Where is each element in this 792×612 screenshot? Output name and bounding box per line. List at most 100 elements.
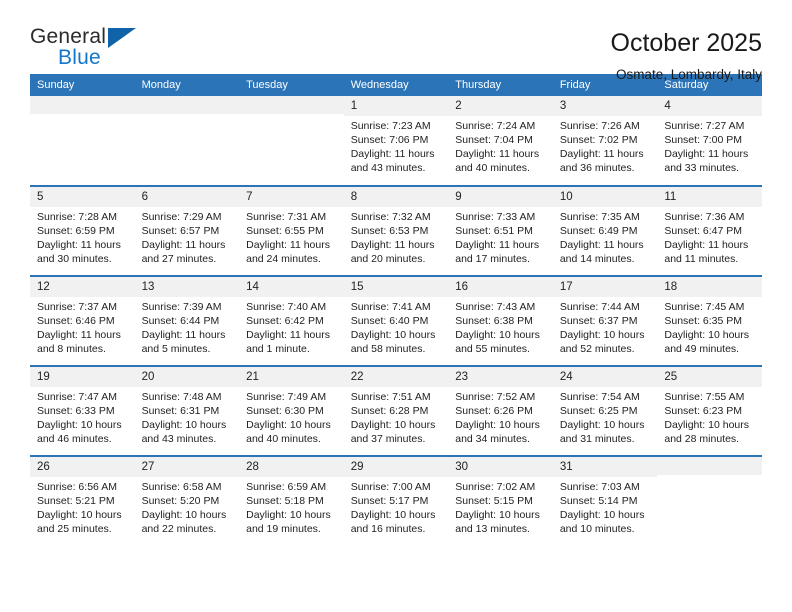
day-number: 4 <box>657 96 762 116</box>
daylight-duration-line1: Daylight: 10 hours <box>141 509 227 522</box>
calendar-body: 1 Sunrise: 7:23 AM Sunset: 7:06 PM Daylight… <box>30 96 762 546</box>
day-details: Sunrise: 7:41 AM Sunset: 6:40 PM Daylight:… <box>344 297 449 357</box>
day-number <box>134 96 240 114</box>
daylight-duration-line1: Daylight: 10 hours <box>559 329 645 342</box>
day-number: 16 <box>448 277 553 297</box>
sunset-time: Sunset: 6:42 PM <box>246 314 324 327</box>
sunset-time: Sunset: 6:25 PM <box>559 404 638 417</box>
day-number: 29 <box>343 457 449 477</box>
day-details: Sunrise: 7:40 AM Sunset: 6:42 PM Daylight:… <box>239 297 344 357</box>
day-number: 12 <box>30 277 135 297</box>
calendar-day-cell[interactable]: 16 Sunrise: 7:43 AM Sunset: 6:38 PM Dayligh… <box>448 275 553 366</box>
sunrise-time: Sunrise: 7:40 AM <box>246 300 327 313</box>
day-number: 5 <box>30 187 135 207</box>
calendar-day-cell[interactable]: 5 Sunrise: 7:28 AM Sunset: 6:59 PM Daylight… <box>30 185 135 276</box>
day-details: Sunrise: 6:56 AM Sunset: 5:21 PM Daylight:… <box>30 477 135 537</box>
calendar-day-cell[interactable]: 20 Sunrise: 7:48 AM Sunset: 6:31 PM Dayligh… <box>134 365 240 456</box>
calendar-day-cell[interactable]: 13 Sunrise: 7:39 AM Sunset: 6:44 PM Dayligh… <box>134 275 240 366</box>
daylight-duration-line1: Daylight: 11 hours <box>37 239 121 252</box>
day-details: Sunrise: 7:29 AM Sunset: 6:57 PM Daylight:… <box>135 207 240 267</box>
calendar-day-cell[interactable]: 8 Sunrise: 7:32 AM Sunset: 6:53 PM Daylight… <box>343 185 449 276</box>
calendar-day-cell[interactable]: 14 Sunrise: 7:40 AM Sunset: 6:42 PM Dayligh… <box>239 275 344 366</box>
calendar-day-cell[interactable]: 25 Sunrise: 7:55 AM Sunset: 6:23 PM Dayligh… <box>657 365 762 456</box>
calendar-week-row: 5 Sunrise: 7:28 AM Sunset: 6:59 PM Daylight… <box>30 185 762 276</box>
day-number: 6 <box>134 187 240 207</box>
calendar-day-cell[interactable]: 24 Sunrise: 7:54 AM Sunset: 6:25 PM Dayligh… <box>552 365 658 456</box>
calendar-day-cell[interactable]: 9 Sunrise: 7:33 AM Sunset: 6:51 PM Daylight… <box>448 185 553 276</box>
calendar-day-cell[interactable]: 21 Sunrise: 7:49 AM Sunset: 6:30 PM Dayligh… <box>239 365 344 456</box>
sunrise-time: Sunrise: 7:39 AM <box>141 300 222 313</box>
calendar-day-cell-empty <box>657 455 762 546</box>
day-number: 31 <box>552 457 658 477</box>
daylight-duration-line1: Daylight: 11 hours <box>455 239 540 252</box>
daylight-duration-line1: Daylight: 10 hours <box>37 419 122 432</box>
day-details: Sunrise: 7:31 AM Sunset: 6:55 PM Daylight:… <box>239 207 344 267</box>
sunrise-time: Sunrise: 7:03 AM <box>559 480 640 493</box>
calendar-day-cell[interactable]: 12 Sunrise: 7:37 AM Sunset: 6:46 PM Dayligh… <box>30 275 135 366</box>
brand-logo[interactable]: General Blue <box>30 26 150 76</box>
daylight-duration-line1: Daylight: 11 hours <box>559 239 644 252</box>
daylight-duration-line2: and 5 minutes. <box>141 343 211 356</box>
calendar-day-cell[interactable]: 27 Sunrise: 6:58 AM Sunset: 5:20 PM Dayligh… <box>134 455 240 546</box>
calendar-day-cell[interactable]: 7 Sunrise: 7:31 AM Sunset: 6:55 PM Daylight… <box>239 185 344 276</box>
day-number: 23 <box>448 367 553 387</box>
sunrise-time: Sunrise: 7:33 AM <box>455 210 536 223</box>
calendar-day-cell[interactable]: 18 Sunrise: 7:45 AM Sunset: 6:35 PM Dayligh… <box>657 275 762 366</box>
day-details: Sunrise: 7:03 AM Sunset: 5:14 PM Daylight:… <box>553 477 658 537</box>
sunset-time: Sunset: 6:37 PM <box>559 314 638 327</box>
calendar-day-cell[interactable]: 26 Sunrise: 6:56 AM Sunset: 5:21 PM Dayligh… <box>30 455 135 546</box>
sunrise-time: Sunrise: 7:26 AM <box>559 119 640 132</box>
title-block: October 2025 Osmate, Lombardy, Italy <box>611 26 763 83</box>
daylight-duration-line2: and 22 minutes. <box>141 523 217 536</box>
day-number: 26 <box>30 457 135 477</box>
daylight-duration-line1: Daylight: 10 hours <box>559 419 645 432</box>
day-details: Sunrise: 7:49 AM Sunset: 6:30 PM Daylight:… <box>239 387 344 447</box>
daylight-duration-line2: and 17 minutes. <box>455 253 530 266</box>
daylight-duration-line1: Daylight: 11 hours <box>559 148 644 161</box>
calendar-day-cell[interactable]: 23 Sunrise: 7:52 AM Sunset: 6:26 PM Dayligh… <box>448 365 553 456</box>
sunset-time: Sunset: 6:35 PM <box>664 314 743 327</box>
calendar-day-cell[interactable]: 31 Sunrise: 7:03 AM Sunset: 5:14 PM Dayligh… <box>552 455 658 546</box>
daylight-duration-line1: Daylight: 11 hours <box>664 239 749 252</box>
day-number: 7 <box>239 187 344 207</box>
calendar-day-cell[interactable]: 1 Sunrise: 7:23 AM Sunset: 7:06 PM Daylight… <box>343 96 449 186</box>
calendar-day-cell[interactable]: 4 Sunrise: 7:27 AM Sunset: 7:00 PM Daylight… <box>657 96 762 186</box>
sunrise-time: Sunrise: 6:56 AM <box>37 480 117 493</box>
sunset-time: Sunset: 6:51 PM <box>455 224 533 237</box>
sunset-time: Sunset: 7:02 PM <box>559 133 638 146</box>
calendar-day-cell[interactable]: 30 Sunrise: 7:02 AM Sunset: 5:15 PM Dayligh… <box>448 455 553 546</box>
calendar-day-cell[interactable]: 19 Sunrise: 7:47 AM Sunset: 6:33 PM Dayligh… <box>30 365 135 456</box>
day-details: Sunrise: 7:48 AM Sunset: 6:31 PM Daylight:… <box>135 387 240 447</box>
calendar-day-cell[interactable]: 17 Sunrise: 7:44 AM Sunset: 6:37 PM Dayligh… <box>552 275 658 366</box>
calendar-day-cell[interactable]: 15 Sunrise: 7:41 AM Sunset: 6:40 PM Dayligh… <box>343 275 449 366</box>
calendar-day-cell[interactable]: 28 Sunrise: 6:59 AM Sunset: 5:18 PM Dayligh… <box>239 455 344 546</box>
page-title: October 2025 <box>610 29 763 57</box>
daylight-duration-line2: and 24 minutes. <box>246 253 321 266</box>
daylight-duration-line2: and 43 minutes. <box>350 162 426 175</box>
weekday-header-tuesday: Tuesday <box>239 74 344 96</box>
daylight-duration-line1: Daylight: 10 hours <box>37 509 122 522</box>
calendar-day-cell[interactable]: 10 Sunrise: 7:35 AM Sunset: 6:49 PM Dayligh… <box>552 185 658 276</box>
calendar-day-cell[interactable]: 29 Sunrise: 7:00 AM Sunset: 5:17 PM Dayligh… <box>343 455 449 546</box>
page-header: General Blue October 2025 Osmate, Lombar… <box>30 0 762 82</box>
calendar-day-cell[interactable]: 11 Sunrise: 7:36 AM Sunset: 6:47 PM Dayligh… <box>657 185 762 276</box>
calendar-day-cell[interactable]: 22 Sunrise: 7:51 AM Sunset: 6:28 PM Dayligh… <box>343 365 449 456</box>
day-details: Sunrise: 7:28 AM Sunset: 6:59 PM Daylight:… <box>30 207 135 267</box>
daylight-duration-line1: Daylight: 10 hours <box>664 329 750 342</box>
calendar-day-cell[interactable]: 6 Sunrise: 7:29 AM Sunset: 6:57 PM Daylight… <box>134 185 240 276</box>
day-number: 19 <box>30 367 135 387</box>
sunrise-time: Sunrise: 7:54 AM <box>559 390 640 403</box>
sunrise-time: Sunrise: 6:58 AM <box>141 480 222 493</box>
calendar-day-cell[interactable]: 2 Sunrise: 7:24 AM Sunset: 7:04 PM Daylight… <box>448 96 553 186</box>
sunrise-time: Sunrise: 7:35 AM <box>559 210 640 223</box>
day-number: 8 <box>343 187 449 207</box>
calendar-day-cell[interactable]: 3 Sunrise: 7:26 AM Sunset: 7:02 PM Daylight… <box>552 96 658 186</box>
day-number: 1 <box>343 96 449 116</box>
daylight-duration-line1: Daylight: 10 hours <box>455 419 540 432</box>
sunset-time: Sunset: 6:33 PM <box>37 404 115 417</box>
sunset-time: Sunset: 6:53 PM <box>350 224 429 237</box>
daylight-duration-line2: and 30 minutes. <box>37 253 112 266</box>
calendar-week-row: 19 Sunrise: 7:47 AM Sunset: 6:33 PM Dayligh… <box>30 365 762 456</box>
day-number <box>30 96 135 114</box>
day-details: Sunrise: 7:37 AM Sunset: 6:46 PM Daylight:… <box>30 297 135 357</box>
